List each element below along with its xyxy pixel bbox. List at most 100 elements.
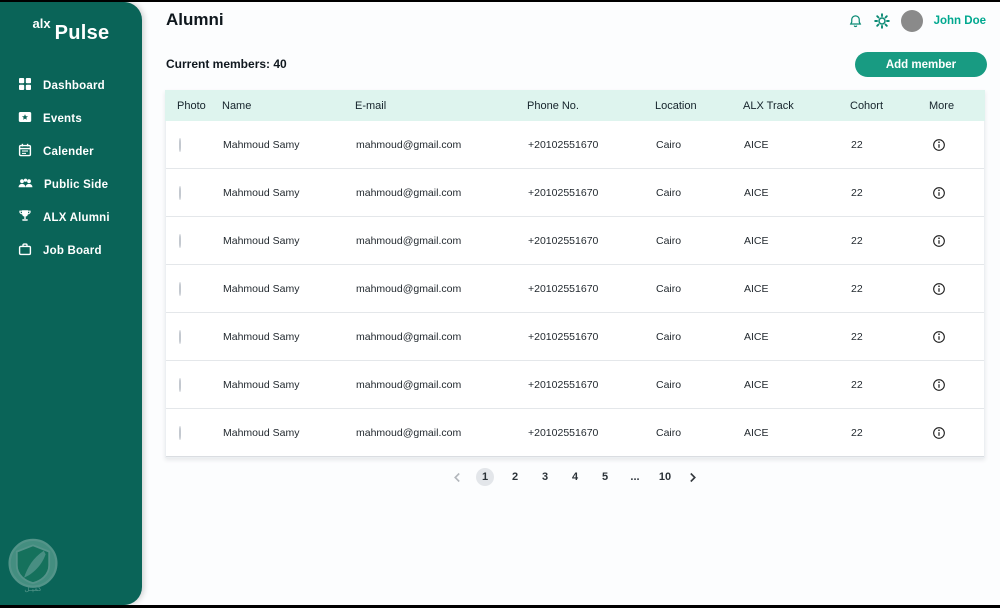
logo-product: Pulse xyxy=(54,22,110,44)
table-row[interactable]: Mahmoud Samy mahmoud@gmail.com +20102551… xyxy=(166,265,984,313)
user-name[interactable]: John Doe xyxy=(934,15,986,27)
bell-icon[interactable] xyxy=(848,14,863,29)
column-header: Phone No. xyxy=(527,99,579,112)
app-logo: alx Pulse xyxy=(0,2,142,45)
member-email: mahmoud@gmail.com xyxy=(356,186,462,199)
member-phone: +20102551670 xyxy=(528,234,599,247)
member-name: Mahmoud Samy xyxy=(223,282,300,295)
sidebar-item-label: Calender xyxy=(43,145,94,158)
table-row[interactable]: Mahmoud Samy mahmoud@gmail.com +20102551… xyxy=(166,409,984,457)
alumni-trophy-icon xyxy=(18,209,32,226)
member-track: AICE xyxy=(744,378,769,391)
sidebar-item-label: ALX Alumni xyxy=(43,211,110,224)
pagination: 1 2 3 4 5 ... 10 xyxy=(165,468,985,486)
member-email: mahmoud@gmail.com xyxy=(356,378,462,391)
info-icon[interactable] xyxy=(932,282,946,296)
member-email: mahmoud@gmail.com xyxy=(356,234,462,247)
app-window: alx Pulse Dashboard Events Calender Publ… xyxy=(0,0,1000,608)
member-photo xyxy=(179,425,181,440)
gear-icon[interactable] xyxy=(873,13,890,29)
member-track: AICE xyxy=(744,426,769,439)
table-row[interactable]: Mahmoud Samy mahmoud@gmail.com +20102551… xyxy=(166,169,984,217)
member-phone: +20102551670 xyxy=(528,186,599,199)
info-icon[interactable] xyxy=(932,234,946,248)
page-number[interactable]: 10 xyxy=(656,468,674,486)
sidebar-item-label: Job Board xyxy=(43,244,102,257)
member-location: Cairo xyxy=(656,426,682,439)
member-email: mahmoud@gmail.com xyxy=(356,282,462,295)
member-email: mahmoud@gmail.com xyxy=(356,426,462,439)
sidebar-item-label: Public Side xyxy=(44,178,109,191)
member-track: AICE xyxy=(744,186,769,199)
member-track: AICE xyxy=(744,330,769,343)
page-number[interactable]: 5 xyxy=(596,468,614,486)
member-phone: +20102551670 xyxy=(528,378,599,391)
sidebar-item-calender[interactable]: Calender xyxy=(0,135,142,168)
member-photo xyxy=(179,329,181,344)
member-name: Mahmoud Samy xyxy=(223,138,300,151)
table-row[interactable]: Mahmoud Samy mahmoud@gmail.com +20102551… xyxy=(166,217,984,265)
member-cohort: 22 xyxy=(851,378,863,391)
sidebar-item-label: Events xyxy=(43,112,82,125)
chevron-right-icon[interactable] xyxy=(686,472,699,483)
table-body: Mahmoud Samy mahmoud@gmail.com +20102551… xyxy=(166,121,984,457)
sidebar-item-public-side[interactable]: Public Side xyxy=(0,168,142,201)
sidebar-item-dashboard[interactable]: Dashboard xyxy=(0,69,142,102)
job-board-icon xyxy=(18,242,32,259)
member-cohort: 22 xyxy=(851,138,863,151)
member-location: Cairo xyxy=(656,378,682,391)
member-phone: +20102551670 xyxy=(528,282,599,295)
sidebar-item-alx-alumni[interactable]: ALX Alumni xyxy=(0,201,142,234)
column-header: Location xyxy=(655,99,697,112)
sidebar: alx Pulse Dashboard Events Calender Publ… xyxy=(0,2,142,605)
info-icon[interactable] xyxy=(932,330,946,344)
table-row[interactable]: Mahmoud Samy mahmoud@gmail.com +20102551… xyxy=(166,361,984,409)
user-avatar[interactable] xyxy=(900,10,923,32)
table-row[interactable]: Mahmoud Samy mahmoud@gmail.com +20102551… xyxy=(166,121,984,169)
add-member-button[interactable]: Add member xyxy=(855,52,987,77)
page-number[interactable]: 2 xyxy=(506,468,524,486)
member-track: AICE xyxy=(744,138,769,151)
column-header: More xyxy=(929,99,955,112)
member-phone: +20102551670 xyxy=(528,330,599,343)
dashboard-icon xyxy=(18,77,32,94)
sidebar-item-events[interactable]: Events xyxy=(0,102,142,135)
member-location: Cairo xyxy=(656,330,682,343)
page-number[interactable]: ... xyxy=(626,468,644,486)
sidebar-nav: Dashboard Events Calender Public Side AL… xyxy=(0,69,142,267)
sidebar-item-label: Dashboard xyxy=(43,79,105,92)
page-number[interactable]: 3 xyxy=(536,468,554,486)
calendar-icon xyxy=(18,143,32,160)
events-icon xyxy=(18,110,32,127)
column-header: ALX Track xyxy=(743,99,794,112)
member-phone: +20102551670 xyxy=(528,426,599,439)
member-photo xyxy=(179,233,181,248)
pagination-pages: 1 2 3 4 5 ... 10 xyxy=(476,468,674,486)
member-photo xyxy=(179,377,181,392)
column-header: E-mail xyxy=(355,99,387,112)
page-title: Alumni xyxy=(166,10,224,29)
member-name: Mahmoud Samy xyxy=(223,330,300,343)
sidebar-item-job-board[interactable]: Job Board xyxy=(0,234,142,267)
page-number[interactable]: 4 xyxy=(566,468,584,486)
member-track: AICE xyxy=(744,234,769,247)
table-header-row: Photo Name E-mail Phone No. Location ALX… xyxy=(165,90,985,121)
table-row[interactable]: Mahmoud Samy mahmoud@gmail.com +20102551… xyxy=(166,313,984,361)
member-cohort: 22 xyxy=(851,282,863,295)
member-email: mahmoud@gmail.com xyxy=(356,138,462,151)
page-number[interactable]: 1 xyxy=(476,468,494,486)
member-location: Cairo xyxy=(656,234,682,247)
info-icon[interactable] xyxy=(932,138,946,152)
member-email: mahmoud@gmail.com xyxy=(356,330,462,343)
public-side-icon xyxy=(18,176,33,193)
member-cohort: 22 xyxy=(851,426,863,439)
member-name: Mahmoud Samy xyxy=(223,234,300,247)
chevron-left-icon[interactable] xyxy=(451,472,464,483)
info-icon[interactable] xyxy=(932,426,946,440)
member-track: AICE xyxy=(744,282,769,295)
info-icon[interactable] xyxy=(932,378,946,392)
alumni-table: Photo Name E-mail Phone No. Location ALX… xyxy=(165,90,985,458)
info-icon[interactable] xyxy=(932,186,946,200)
member-phone: +20102551670 xyxy=(528,138,599,151)
member-cohort: 22 xyxy=(851,330,863,343)
